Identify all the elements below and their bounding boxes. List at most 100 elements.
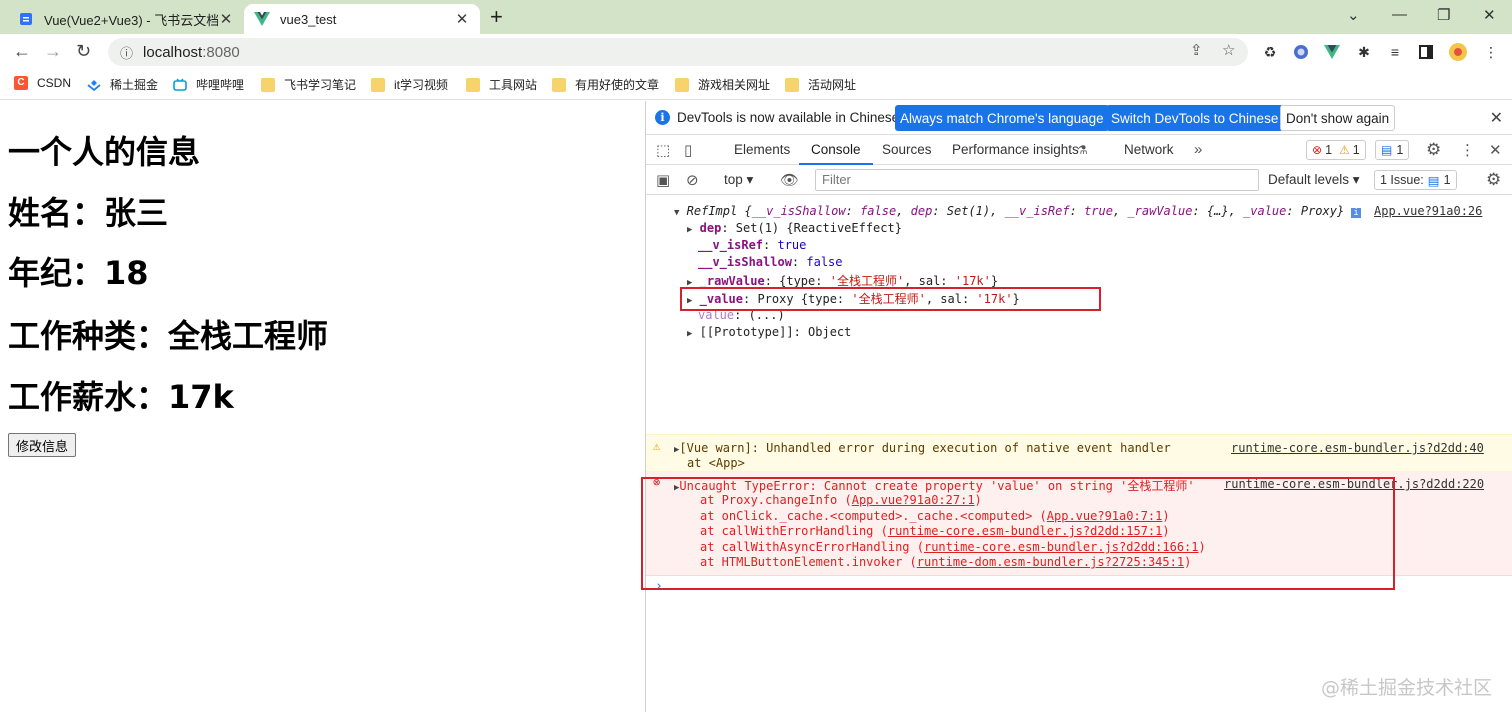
- issue-icon: ▤: [1427, 173, 1440, 188]
- juejin-icon: [87, 78, 101, 92]
- page-viewport: 一个人的信息 姓名：张三 年纪：18 工作种类：全栈工程师 工作薪水：17k 修…: [0, 101, 645, 712]
- inspect-element-icon[interactable]: ⬚: [656, 141, 670, 159]
- bookmark-folder[interactable]: 有用好使的文章: [552, 76, 659, 93]
- tab-network[interactable]: Network: [1124, 135, 1174, 165]
- bookmark-juejin[interactable]: 稀土掘金: [87, 76, 158, 93]
- live-expression-eye-icon[interactable]: 👁: [780, 171, 799, 189]
- address-bar[interactable]: ⓘ localhost:8080: [108, 38, 1248, 66]
- close-window-button[interactable]: ✕: [1483, 6, 1496, 24]
- warning-source-link[interactable]: runtime-core.esm-bundler.js?d2dd:40: [1231, 441, 1484, 455]
- devtools-menu-icon[interactable]: ⋮: [1460, 141, 1475, 159]
- recycle-extension-icon[interactable]: ♻: [1261, 43, 1279, 61]
- tab-feishu[interactable]: Vue(Vue2+Vue3) - 飞书云文档 ✕: [8, 4, 244, 34]
- levels-label: Default levels: [1268, 172, 1350, 187]
- console-warning-row[interactable]: ⚠ ▶[Vue warn]: Unhandled error during ex…: [646, 434, 1512, 472]
- flask-icon: ⚗: [1077, 143, 1088, 157]
- tab-sources[interactable]: Sources: [882, 135, 932, 165]
- bookmarks-bar: C CSDN 稀土掘金 哔哩哔哩 飞书学习笔记 it学习视频 工具网站 有用好使的…: [0, 70, 1512, 100]
- device-toolbar-icon[interactable]: ▯: [684, 141, 692, 159]
- page-heading: 一个人的信息: [8, 133, 201, 171]
- prop-is-ref: __v_isRef: true: [698, 238, 807, 252]
- console-filter-input[interactable]: Filter: [815, 169, 1259, 191]
- messages-counter[interactable]: ▤ 1: [1375, 140, 1410, 160]
- info-badge-icon: i: [1351, 208, 1361, 218]
- restore-button[interactable]: ❐: [1437, 6, 1450, 24]
- console-toolbar: ▣ ⊘ top ▾ 👁 Filter Default levels ▾ 1 Is…: [646, 165, 1512, 195]
- warning-icon: ⚠: [1339, 143, 1350, 157]
- circle-extension-icon[interactable]: [1292, 43, 1310, 61]
- warning-count: 1: [1352, 143, 1360, 157]
- tab-elements[interactable]: Elements: [734, 135, 790, 165]
- back-icon[interactable]: ←: [13, 40, 31, 62]
- settings-gear-icon[interactable]: ⚙: [1426, 140, 1441, 160]
- bookmark-label: 活动网址: [808, 78, 857, 92]
- context-selector[interactable]: top ▾: [724, 165, 753, 195]
- close-icon[interactable]: ✕: [218, 10, 234, 28]
- log-refimpl-summary[interactable]: ▼ RefImpl {__v_isShallow: false, dep: Se…: [674, 204, 1361, 218]
- error-icon: ⊗: [1312, 143, 1323, 157]
- clear-console-icon[interactable]: ⊘: [686, 171, 699, 189]
- close-icon[interactable]: ✕: [1490, 108, 1503, 128]
- always-match-language-button[interactable]: Always match Chrome's language: [895, 105, 1109, 131]
- site-info-icon[interactable]: ⓘ: [120, 43, 133, 62]
- puzzle-extensions-icon[interactable]: ✱: [1355, 43, 1373, 61]
- reading-list-icon[interactable]: ≡: [1386, 43, 1404, 61]
- vue-devtools-icon[interactable]: [1323, 43, 1341, 61]
- tab-title: Vue(Vue2+Vue3) - 飞书云文档: [44, 12, 218, 28]
- console-output: ▼ RefImpl {__v_isShallow: false, dep: Se…: [641, 196, 1512, 712]
- context-label: top: [724, 172, 743, 187]
- bookmark-folder[interactable]: 飞书学习笔记: [261, 76, 356, 93]
- folder-icon: [261, 77, 275, 92]
- new-tab-button[interactable]: +: [490, 6, 503, 28]
- log-levels-dropdown[interactable]: Default levels ▾: [1268, 165, 1360, 195]
- log-source-link[interactable]: App.vue?91a0:26: [1374, 204, 1482, 218]
- more-tabs-icon[interactable]: »: [1194, 141, 1202, 158]
- bookmark-folder[interactable]: 工具网站: [466, 76, 537, 93]
- tab-vue3-test[interactable]: vue3_test ✕: [244, 4, 480, 34]
- bookmark-bilibili[interactable]: 哔哩哔哩: [173, 76, 244, 93]
- highlight-box: [680, 287, 1101, 311]
- bookmark-star-icon[interactable]: ☆: [1222, 41, 1235, 59]
- minimize-button[interactable]: —: [1392, 6, 1407, 23]
- watermark: @稀土掘金技术社区: [1320, 677, 1492, 699]
- side-panel-icon[interactable]: [1417, 43, 1435, 61]
- expanded-triangle-icon: ▼: [674, 208, 680, 218]
- tab-search-icon[interactable]: ⌄: [1347, 6, 1360, 24]
- folder-icon: [785, 77, 799, 92]
- share-icon[interactable]: ⇪: [1190, 41, 1203, 59]
- issues-button[interactable]: 1 Issue: ▤ 1: [1374, 170, 1457, 190]
- bookmark-folder[interactable]: it学习视频: [371, 76, 448, 93]
- issues-count: 1: [1443, 173, 1451, 187]
- console-settings-gear-icon[interactable]: ⚙: [1486, 170, 1501, 190]
- forward-icon[interactable]: →: [44, 40, 62, 62]
- prop-dep[interactable]: ▶ dep: Set(1) {ReactiveEffect}: [687, 221, 902, 235]
- switch-to-chinese-button[interactable]: Switch DevTools to Chinese: [1106, 105, 1284, 131]
- bookmark-label: CSDN: [37, 76, 72, 90]
- sidebar-toggle-icon[interactable]: ▣: [656, 171, 670, 189]
- error-warning-counter[interactable]: ⊗ 1 ⚠ 1: [1306, 140, 1366, 160]
- bookmark-folder[interactable]: 活动网址: [785, 76, 856, 93]
- reload-icon[interactable]: ↻: [76, 40, 91, 62]
- menu-kebab-icon[interactable]: ⋮: [1482, 43, 1500, 61]
- devtools-tabbar: ⬚ ▯ Elements Console Sources Performance…: [646, 135, 1512, 165]
- message-count: 1: [1396, 143, 1404, 157]
- doc-icon: [18, 11, 34, 27]
- folder-icon: [675, 77, 689, 92]
- prop-prototype[interactable]: ▶ [[Prototype]]: Object: [687, 325, 851, 339]
- tab-title: vue3_test: [280, 11, 337, 27]
- profile-avatar-icon[interactable]: [1449, 43, 1467, 61]
- csdn-icon: C: [14, 76, 28, 90]
- bookmark-label: 飞书学习笔记: [284, 78, 357, 92]
- tab-performance-insights[interactable]: Performance insights: [952, 135, 1079, 165]
- devtools-infobar: i DevTools is now available in Chinese! …: [646, 101, 1512, 135]
- tab-console[interactable]: Console: [799, 135, 873, 165]
- bookmark-folder[interactable]: 游戏相关网址: [675, 76, 770, 93]
- console-prompt-icon[interactable]: ›: [655, 579, 663, 594]
- close-devtools-icon[interactable]: ✕: [1489, 141, 1502, 159]
- folder-icon: [466, 77, 480, 92]
- person-age: 年纪：18: [8, 254, 149, 292]
- bookmark-csdn[interactable]: C CSDN: [14, 76, 71, 90]
- close-icon[interactable]: ✕: [454, 10, 470, 28]
- modify-info-button[interactable]: 修改信息: [8, 433, 77, 457]
- dont-show-again-button[interactable]: Don't show again: [1280, 105, 1396, 131]
